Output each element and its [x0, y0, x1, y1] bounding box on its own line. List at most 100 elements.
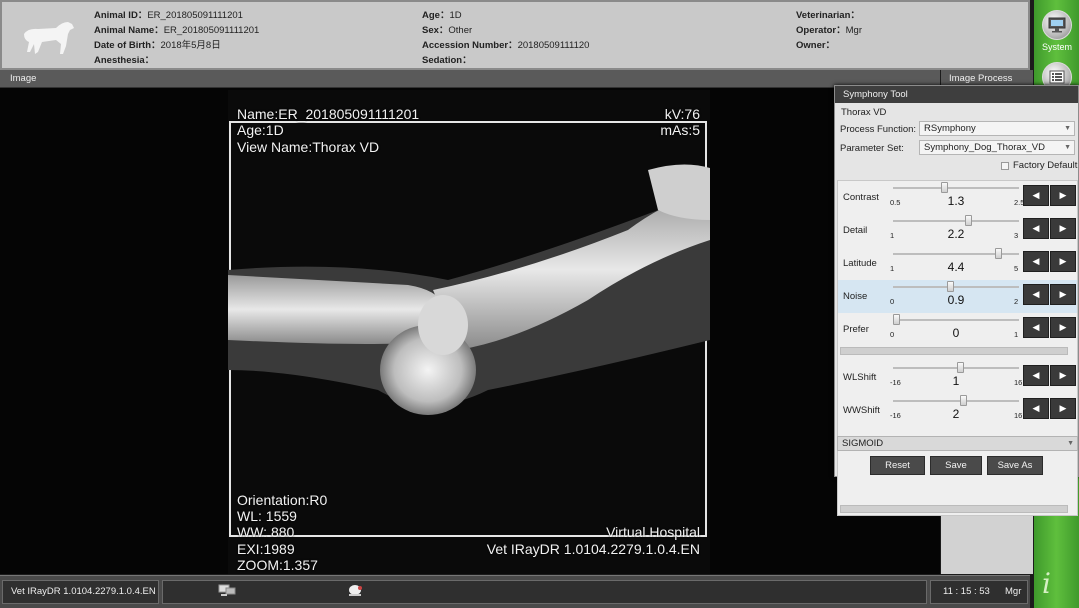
owner-label: Owner：	[796, 40, 836, 51]
slider-thumb[interactable]	[893, 314, 900, 325]
slider-value: 2	[952, 407, 960, 421]
horizontal-scrollbar[interactable]	[840, 347, 1068, 355]
reset-button[interactable]: Reset	[870, 456, 925, 475]
system-button[interactable]: System	[1039, 10, 1075, 62]
decrease-button[interactable]: ◀	[1023, 185, 1049, 206]
save-as-button[interactable]: Save As	[987, 456, 1043, 475]
slider-thumb[interactable]	[947, 281, 954, 292]
slider-value: 4.4	[947, 260, 965, 274]
increase-button[interactable]: ▶	[1050, 185, 1076, 206]
process-function-select[interactable]: RSymphony ▼	[919, 121, 1075, 136]
slider-label: Noise	[843, 291, 868, 302]
dob-label: Date of Birth：	[94, 40, 161, 51]
slider-min: 1	[890, 231, 895, 240]
slider-min: 0	[890, 297, 895, 306]
parameter-set-select[interactable]: Symphony_Dog_Thorax_VD ▼	[919, 140, 1075, 155]
slider-max: 2	[1014, 297, 1019, 306]
arrow-right-icon: ▶	[1059, 403, 1067, 413]
slider-track[interactable]	[893, 400, 1019, 402]
slider-value: 0	[952, 326, 960, 340]
arrow-left-icon: ◀	[1032, 256, 1040, 266]
slider-row-contrast: Contrast 0.5 2.5 1.3 ◀ ▶	[838, 181, 1077, 214]
slider-row-detail: Detail 1 3 2.2 ◀ ▶	[838, 214, 1077, 247]
decrease-button[interactable]: ◀	[1023, 398, 1049, 419]
factory-default-checkbox[interactable]	[1001, 162, 1009, 170]
overlay-orientation: Orientation:R0	[237, 492, 328, 508]
increase-button[interactable]: ▶	[1050, 251, 1076, 272]
slider-max: 1	[1014, 330, 1019, 339]
slider-thumb[interactable]	[956, 362, 964, 373]
increase-button[interactable]: ▶	[1050, 284, 1076, 305]
decrease-button[interactable]: ◀	[1023, 251, 1049, 272]
status-time: 11 : 15 : 53	[943, 586, 990, 597]
slider-min: 1	[890, 264, 895, 273]
symphony-tool-dialog: Symphony Tool Thorax VD Process Function…	[834, 85, 1079, 516]
age-label: Age：	[422, 10, 450, 21]
arrow-left-icon: ◀	[1032, 403, 1040, 413]
overlay-hospital: Virtual Hospital	[606, 524, 700, 540]
slider-step-buttons: ◀ ▶	[1023, 218, 1077, 239]
slider-thumb[interactable]	[960, 395, 968, 406]
slider-track[interactable]	[893, 286, 1019, 288]
increase-button[interactable]: ▶	[1050, 365, 1076, 386]
animal-id-label: Animal ID：	[94, 10, 148, 21]
slider-step-buttons: ◀ ▶	[1023, 284, 1077, 305]
system-label: System	[1041, 42, 1072, 52]
arrow-right-icon: ▶	[1059, 289, 1067, 299]
overlay-mas: mAs:5	[660, 122, 700, 138]
sex-value: Other	[448, 25, 473, 36]
slider-label: WLShift	[843, 372, 877, 383]
overlay-view-name: View Name:Thorax VD	[237, 139, 380, 155]
overlay-version: Vet IRayDR 1.0104.2279.1.0.4.EN	[486, 541, 700, 557]
xray-image[interactable]: Name:ER_201805091111201 Age:1D View Name…	[228, 90, 710, 574]
slider-thumb[interactable]	[941, 182, 948, 193]
anesthesia-label: Anesthesia：	[94, 55, 155, 66]
decrease-button[interactable]: ◀	[1023, 317, 1049, 338]
decrease-button[interactable]: ◀	[1023, 218, 1049, 239]
slider-track[interactable]	[893, 220, 1019, 222]
decrease-button[interactable]: ◀	[1023, 365, 1049, 386]
slider-step-buttons: ◀ ▶	[1023, 365, 1077, 386]
info-column-2: Age：1D Sex：Other Accession Number：201805…	[422, 8, 589, 68]
sex-label: Sex：	[422, 25, 449, 36]
slider-label: Detail	[843, 225, 868, 236]
parameter-set-value: Symphony_Dog_Thorax_VD	[924, 142, 1045, 153]
symphony-subtitle: Thorax VD	[841, 107, 887, 118]
brand-logo-icon: i	[1042, 567, 1051, 600]
arrow-right-icon: ▶	[1059, 256, 1067, 266]
dog-logo-icon	[24, 22, 74, 54]
save-button[interactable]: Save	[930, 456, 982, 475]
slider-row-wwshift: WWShift -16 16 2 ◀ ▶	[838, 394, 1077, 427]
slider-row-wlshift: WLShift -16 16 1 ◀ ▶	[838, 361, 1077, 394]
horizontal-scrollbar[interactable]	[840, 505, 1068, 513]
increase-button[interactable]: ▶	[1050, 398, 1076, 419]
curve-select[interactable]: SIGMOID ▼	[837, 436, 1078, 451]
patient-info-header: Animal ID：ER_201805091111201 Animal Name…	[0, 0, 1030, 70]
slider-step-buttons: ◀ ▶	[1023, 251, 1077, 272]
slider-min: -16	[890, 378, 901, 387]
slider-track[interactable]	[893, 187, 1019, 189]
increase-button[interactable]: ▶	[1050, 317, 1076, 338]
slider-thumb[interactable]	[995, 248, 1002, 259]
operator-value: Mgr	[845, 25, 862, 36]
slider-thumb[interactable]	[965, 215, 972, 226]
overlay-name: Name:ER_201805091111201	[237, 106, 420, 122]
chevron-down-icon: ▼	[1067, 440, 1074, 447]
arrow-left-icon: ◀	[1032, 322, 1040, 332]
process-function-label: Process Function:	[840, 124, 917, 135]
detector-icon[interactable]	[346, 584, 364, 607]
decrease-button[interactable]: ◀	[1023, 284, 1049, 305]
increase-button[interactable]: ▶	[1050, 218, 1076, 239]
slider-max: 3	[1014, 231, 1019, 240]
overlay-zoom: ZOOM:1.357	[237, 557, 318, 573]
dob-value: 2018年5月8日	[160, 40, 221, 51]
overlay-exi: EXI:1989	[237, 541, 295, 557]
info-column-3: Veterinarian： Operator：Mgr Owner：	[796, 8, 862, 53]
status-bar: Vet IRayDR 1.0104.2279.1.0.4.EN 11 : 15 …	[0, 575, 1030, 608]
status-user: Mgr	[1005, 586, 1022, 597]
animal-id-value: ER_201805091111201	[147, 10, 243, 21]
image-panel-title: Image	[0, 70, 940, 88]
computer-icon[interactable]	[218, 584, 236, 607]
overlay-ww: WW: 880	[237, 524, 295, 540]
slider-track[interactable]	[893, 319, 1019, 321]
